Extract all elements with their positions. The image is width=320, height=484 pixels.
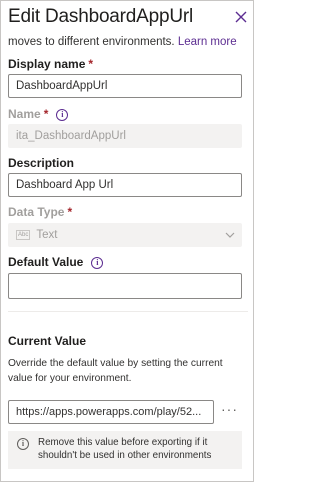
section-divider (8, 311, 248, 312)
info-icon[interactable]: i (56, 109, 69, 121)
name-input (8, 124, 242, 148)
more-options-button[interactable]: ··· (221, 401, 238, 417)
display-name-input[interactable] (8, 74, 242, 98)
export-warning-text: Remove this value before exporting if it… (38, 437, 212, 461)
text-type-icon: Abc (16, 230, 31, 240)
required-marker: * (43, 107, 49, 121)
current-value-label: Current Value (8, 334, 87, 348)
default-value-label-text: Default Value (8, 255, 84, 269)
edit-variable-panel: Edit DashboardAppUrl moves to different … (0, 0, 254, 482)
learn-more-link[interactable]: Learn more (178, 36, 237, 48)
data-type-value: Text (36, 229, 58, 241)
default-value-input[interactable] (8, 273, 242, 299)
export-warning-message: i Remove this value before exporting if … (8, 431, 242, 469)
required-marker: * (67, 205, 73, 219)
info-icon: i (17, 438, 29, 450)
panel-title: Edit DashboardAppUrl (8, 6, 194, 27)
current-value-input[interactable] (8, 400, 214, 424)
current-value-help-text: Override the default value by setting th… (8, 358, 223, 384)
name-label: Name * i (8, 107, 69, 121)
intro-text: moves to different environments. Learn m… (8, 36, 237, 48)
data-type-select: Abc Text (8, 223, 242, 247)
required-marker: * (88, 57, 94, 71)
name-label-text: Name (8, 107, 41, 121)
info-icon[interactable]: i (91, 257, 104, 269)
chevron-down-icon (225, 232, 235, 238)
display-name-label: Display name * (8, 57, 93, 71)
default-value-label: Default Value i (8, 255, 104, 269)
description-input[interactable] (8, 173, 242, 197)
data-type-label: Data Type * (8, 205, 72, 219)
description-label: Description (8, 156, 75, 170)
data-type-label-text: Data Type (8, 205, 65, 219)
close-icon[interactable] (233, 9, 249, 25)
intro-description: moves to different environments. (8, 36, 175, 48)
display-name-label-text: Display name (8, 57, 86, 71)
